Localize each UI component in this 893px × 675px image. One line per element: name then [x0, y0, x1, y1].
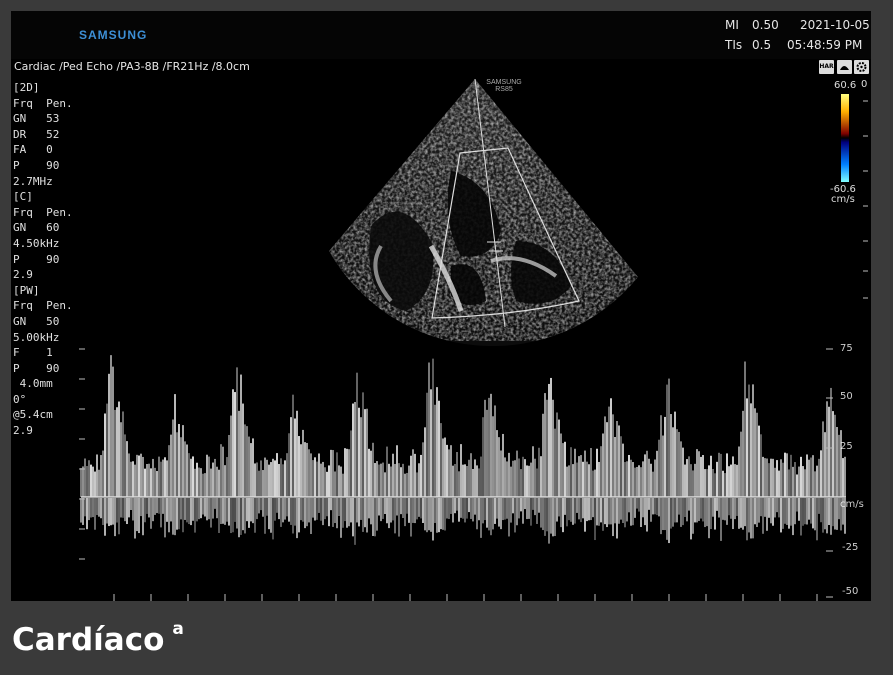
color-velocity-bar	[841, 94, 849, 182]
caption-title: Cardíaco	[12, 622, 165, 658]
echo-sector-image	[329, 78, 638, 347]
caption-footnote: a	[172, 619, 184, 639]
image-canvas	[79, 78, 868, 601]
image-caption: Cardíaco a	[12, 619, 184, 658]
doppler-time-ruler	[113, 594, 818, 601]
ultrasound-screen: SAMSUNG MI 0.50 2021-10-05 TIs 0.5 05:48…	[11, 11, 871, 601]
pw-doppler-spectrum	[80, 355, 846, 545]
doppler-left-ruler	[79, 348, 85, 560]
depth-ruler	[863, 100, 868, 299]
